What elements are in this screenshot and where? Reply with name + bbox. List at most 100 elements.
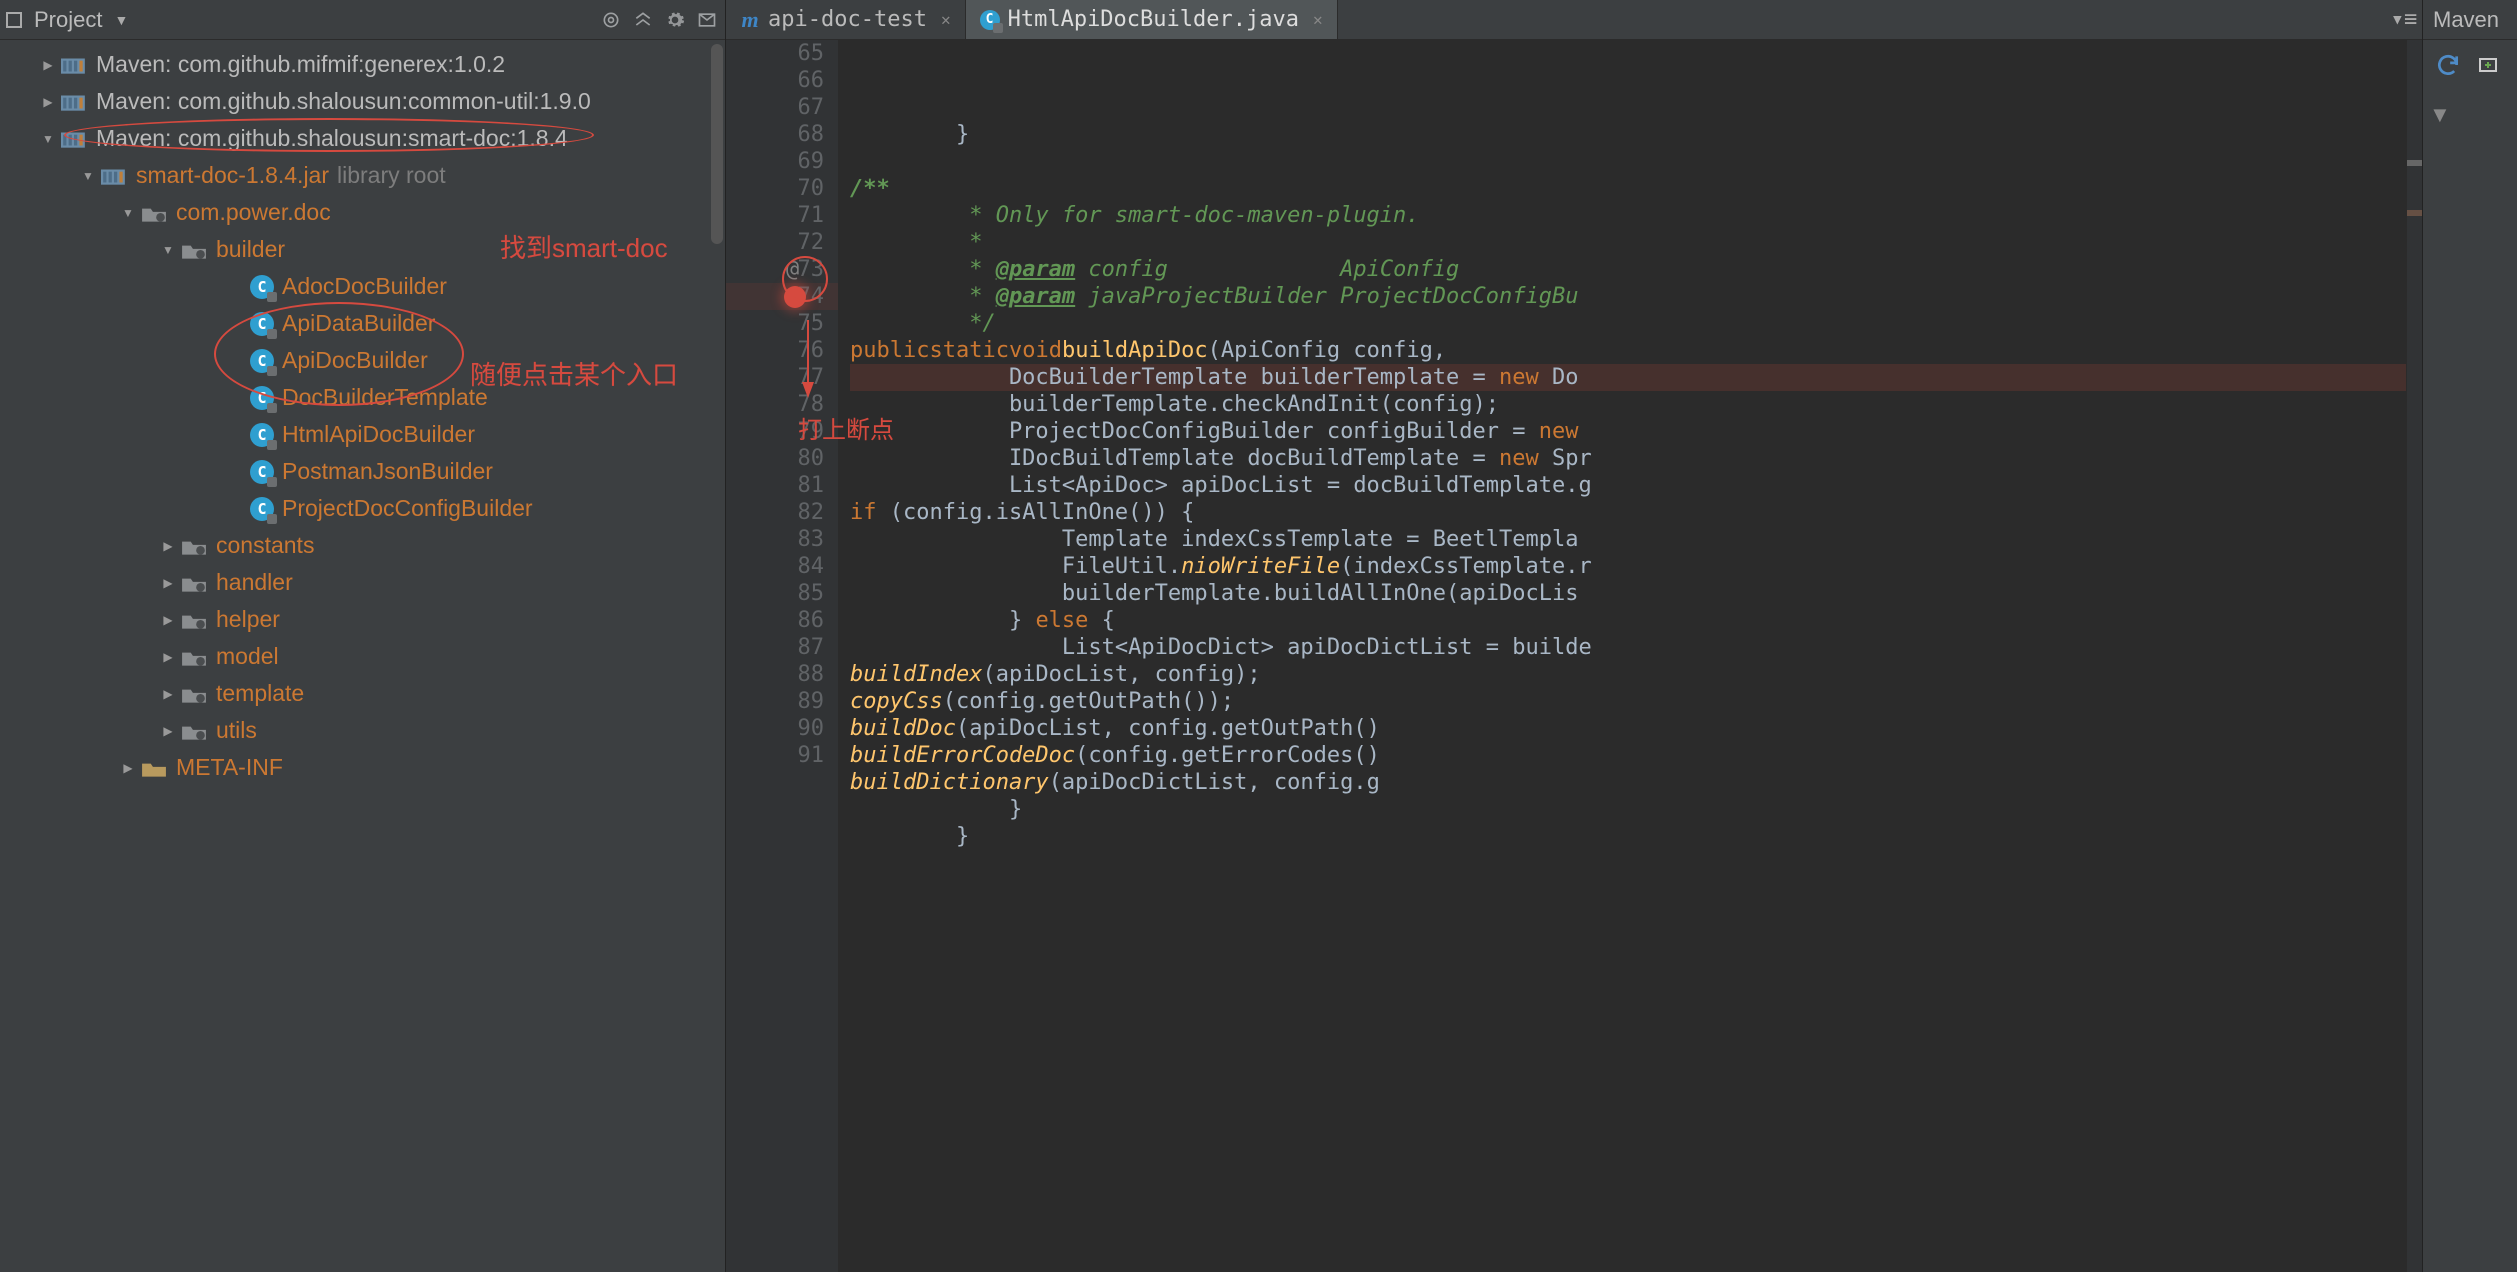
gutter-line[interactable]: 65 bbox=[726, 40, 838, 67]
tree-item[interactable]: template bbox=[0, 675, 725, 712]
expand-arrow-icon[interactable] bbox=[160, 539, 176, 553]
gutter-line[interactable]: 85 bbox=[726, 580, 838, 607]
tree-item[interactable]: Maven: com.github.shalousun:smart-doc:1.… bbox=[0, 120, 725, 157]
tree-item[interactable]: Maven: com.github.mifmif:generex:1.0.2 bbox=[0, 46, 725, 83]
code-line[interactable]: /** bbox=[850, 175, 2406, 202]
close-icon[interactable]: ✕ bbox=[1313, 10, 1323, 29]
tree-item[interactable]: CApiDocBuilder bbox=[0, 342, 725, 379]
code-line[interactable]: List<ApiDocDict> apiDocDictList = builde bbox=[850, 634, 2406, 661]
target-icon[interactable] bbox=[599, 8, 623, 32]
expand-arrow-icon[interactable] bbox=[80, 169, 96, 183]
refresh-icon[interactable] bbox=[2433, 50, 2463, 80]
code-line[interactable]: } bbox=[850, 121, 2406, 148]
gutter-line[interactable]: 74 bbox=[726, 283, 838, 310]
gutter-line[interactable]: 67 bbox=[726, 94, 838, 121]
code-line[interactable]: } bbox=[850, 796, 2406, 823]
expand-arrow-icon[interactable] bbox=[120, 206, 136, 220]
project-tree-scrollbar[interactable] bbox=[711, 40, 723, 1272]
expand-arrow-icon[interactable] bbox=[40, 132, 56, 146]
expand-arrow-icon[interactable] bbox=[160, 650, 176, 664]
expand-arrow-icon[interactable] bbox=[40, 58, 56, 72]
gutter-line[interactable]: 76 bbox=[726, 337, 838, 364]
code-area[interactable]: } /** * Only for smart-doc-maven-plugin.… bbox=[838, 40, 2406, 1272]
expand-arrow-icon[interactable] bbox=[160, 613, 176, 627]
expand-arrow-icon[interactable] bbox=[160, 724, 176, 738]
code-line[interactable]: buildDoc(apiDocList, config.getOutPath() bbox=[850, 715, 2406, 742]
expand-arrow-icon[interactable] bbox=[120, 761, 136, 775]
code-line[interactable]: ProjectDocConfigBuilder configBuilder = … bbox=[850, 418, 2406, 445]
gutter-line[interactable]: 84 bbox=[726, 553, 838, 580]
collapse-all-icon[interactable] bbox=[631, 8, 655, 32]
gutter-line[interactable]: 79 bbox=[726, 418, 838, 445]
add-icon[interactable] bbox=[2473, 50, 2503, 80]
gutter-line[interactable]: 89 bbox=[726, 688, 838, 715]
code-line[interactable]: DocBuilderTemplate builderTemplate = new… bbox=[850, 364, 2406, 391]
gutter-line[interactable]: 72 bbox=[726, 229, 838, 256]
tree-item[interactable]: CPostmanJsonBuilder bbox=[0, 453, 725, 490]
code-line[interactable]: List<ApiDoc> apiDocList = docBuildTempla… bbox=[850, 472, 2406, 499]
expand-arrow-icon[interactable] bbox=[160, 687, 176, 701]
code-line[interactable]: * @param javaProjectBuilder ProjectDocCo… bbox=[850, 283, 2406, 310]
tree-item[interactable]: com.power.doc bbox=[0, 194, 725, 231]
override-gutter-icon[interactable]: @ bbox=[786, 257, 799, 282]
tree-item[interactable]: META-INF bbox=[0, 749, 725, 786]
code-line[interactable]: buildDictionary(apiDocDictList, config.g bbox=[850, 769, 2406, 796]
tree-item[interactable]: helper bbox=[0, 601, 725, 638]
code-line[interactable]: * @param config ApiConfig bbox=[850, 256, 2406, 283]
close-icon[interactable]: ✕ bbox=[941, 10, 951, 29]
expand-arrow-icon[interactable] bbox=[40, 95, 56, 109]
code-line[interactable]: copyCss(config.getOutPath()); bbox=[850, 688, 2406, 715]
tree-item[interactable]: smart-doc-1.8.4.jarlibrary root bbox=[0, 157, 725, 194]
chevron-down-icon[interactable]: ▼ bbox=[2423, 90, 2517, 140]
code-line[interactable]: buildErrorCodeDoc(config.getErrorCodes() bbox=[850, 742, 2406, 769]
gutter-line[interactable]: 70 bbox=[726, 175, 838, 202]
expand-arrow-icon[interactable] bbox=[160, 576, 176, 590]
code-line[interactable]: public static void buildApiDoc(ApiConfig… bbox=[850, 337, 2406, 364]
gutter-line[interactable]: 83 bbox=[726, 526, 838, 553]
editor-tab[interactable]: mapi-doc-test✕ bbox=[726, 0, 966, 39]
expand-arrow-icon[interactable] bbox=[160, 243, 176, 257]
gutter-line[interactable]: 78 bbox=[726, 391, 838, 418]
code-line[interactable]: buildIndex(apiDocList, config); bbox=[850, 661, 2406, 688]
code-line[interactable]: */ bbox=[850, 310, 2406, 337]
gutter-line[interactable]: 81 bbox=[726, 472, 838, 499]
gutter-line[interactable]: 66 bbox=[726, 67, 838, 94]
code-line[interactable]: FileUtil.nioWriteFile(indexCssTemplate.r bbox=[850, 553, 2406, 580]
gutter-line[interactable]: 68 bbox=[726, 121, 838, 148]
code-line[interactable]: IDocBuildTemplate docBuildTemplate = new… bbox=[850, 445, 2406, 472]
gutter-line[interactable]: 82 bbox=[726, 499, 838, 526]
tree-item[interactable]: builder bbox=[0, 231, 725, 268]
gutter-line[interactable]: 71 bbox=[726, 202, 838, 229]
tree-item[interactable]: CHtmlApiDocBuilder bbox=[0, 416, 725, 453]
editor-tab[interactable]: CHtmlApiDocBuilder.java✕ bbox=[966, 0, 1338, 39]
maven-tree-collapsed[interactable]: ▼ bbox=[2423, 90, 2517, 1272]
code-line[interactable]: builderTemplate.buildAllInOne(apiDocLis bbox=[850, 580, 2406, 607]
tree-item[interactable]: utils bbox=[0, 712, 725, 749]
editor-scrollbar[interactable] bbox=[2406, 40, 2422, 1272]
tree-item[interactable]: CProjectDocConfigBuilder bbox=[0, 490, 725, 527]
code-line[interactable]: } bbox=[850, 823, 2406, 850]
gutter-line[interactable]: 80 bbox=[726, 445, 838, 472]
code-line[interactable] bbox=[850, 148, 2406, 175]
gutter-line[interactable]: 87 bbox=[726, 634, 838, 661]
code-line[interactable]: * bbox=[850, 229, 2406, 256]
gutter-line[interactable]: 91 bbox=[726, 742, 838, 769]
breakpoint-icon[interactable] bbox=[784, 286, 806, 308]
code-line[interactable]: if (config.isAllInOne()) { bbox=[850, 499, 2406, 526]
tree-item[interactable]: CAdocDocBuilder bbox=[0, 268, 725, 305]
gutter-line[interactable]: 73@ bbox=[726, 256, 838, 283]
code-line[interactable]: * Only for smart-doc-maven-plugin. bbox=[850, 202, 2406, 229]
project-view-dropdown[interactable]: ▼ bbox=[114, 12, 128, 28]
gutter-line[interactable]: 69 bbox=[726, 148, 838, 175]
tree-item[interactable]: Maven: com.github.shalousun:common-util:… bbox=[0, 83, 725, 120]
tree-item[interactable]: model bbox=[0, 638, 725, 675]
tree-item[interactable]: handler bbox=[0, 564, 725, 601]
project-tree[interactable]: Maven: com.github.mifmif:generex:1.0.2Ma… bbox=[0, 40, 725, 1272]
gutter-line[interactable]: 77 bbox=[726, 364, 838, 391]
editor-gutter[interactable]: 656667686970717273@747576777879808182838… bbox=[726, 40, 838, 1272]
gutter-line[interactable]: 86 bbox=[726, 607, 838, 634]
code-line[interactable]: Template indexCssTemplate = BeetlTempla bbox=[850, 526, 2406, 553]
code-line[interactable]: builderTemplate.checkAndInit(config); bbox=[850, 391, 2406, 418]
gutter-line[interactable]: 88 bbox=[726, 661, 838, 688]
tree-item[interactable]: constants bbox=[0, 527, 725, 564]
